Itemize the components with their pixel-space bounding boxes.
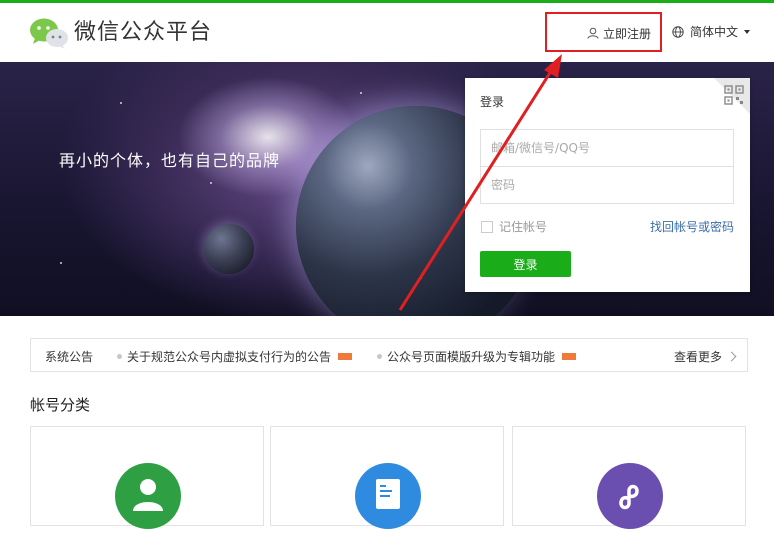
banner-slogan: 再小的个体，也有自己的品牌: [59, 151, 281, 170]
remember-checkbox[interactable]: [481, 220, 493, 233]
bullet-icon: [117, 354, 122, 359]
password-input[interactable]: [480, 166, 734, 204]
remember-account[interactable]: 记住帐号: [481, 218, 547, 235]
wechat-logo-icon[interactable]: [29, 17, 69, 49]
notice-label: 系统公告: [45, 350, 94, 364]
new-badge-icon: [338, 353, 353, 360]
account-types-title: 帐号分类: [30, 396, 91, 414]
notice-item-text: 关于规范公众号内虚拟支付行为的公告: [127, 350, 332, 364]
username-input[interactable]: [480, 129, 734, 167]
account-type-card-subscription[interactable]: [270, 426, 504, 529]
globe-icon: [672, 25, 684, 38]
mini-program-icon: [597, 463, 663, 529]
login-panel: 登录 记住帐号 找回帐号或密码 登录: [465, 78, 750, 292]
language-selector[interactable]: 简体中文: [672, 23, 751, 40]
view-more-link[interactable]: 查看更多: [673, 348, 737, 365]
register-label: 立即注册: [603, 26, 652, 41]
language-label: 简体中文: [690, 25, 739, 39]
header: 微信公众平台 立即注册 简体中文: [0, 3, 774, 62]
star: [210, 182, 212, 184]
notice-item[interactable]: 公众号页面模版升级为专辑功能: [377, 348, 577, 365]
chevron-right-icon: [726, 351, 737, 362]
notice-item[interactable]: 关于规范公众号内虚拟支付行为的公告: [117, 348, 353, 365]
register-highlight-box: 立即注册: [545, 12, 662, 52]
user-icon: [587, 27, 599, 39]
login-title: 登录: [480, 95, 505, 109]
star: [360, 92, 362, 94]
moon-graphic: [204, 224, 254, 274]
document-icon: [355, 463, 421, 529]
login-button[interactable]: 登录: [480, 251, 571, 277]
register-link[interactable]: 立即注册: [587, 24, 651, 42]
person-icon: [115, 463, 181, 529]
forgot-password-link[interactable]: 找回帐号或密码: [650, 218, 734, 235]
star: [120, 102, 122, 104]
qr-code-icon[interactable]: [724, 85, 744, 105]
account-type-card-mini-program[interactable]: [512, 426, 746, 529]
notice-item-text: 公众号页面模版升级为专辑功能: [387, 350, 556, 364]
star: [420, 277, 422, 279]
bullet-icon: [377, 354, 382, 359]
new-badge-icon: [562, 353, 577, 360]
remember-label: 记住帐号: [499, 220, 548, 234]
star: [60, 262, 62, 264]
account-type-card-service[interactable]: [30, 426, 264, 529]
chevron-down-icon: [744, 29, 751, 34]
system-notice-bar: 系统公告 关于规范公众号内虚拟支付行为的公告 公众号页面模版升级为专辑功能 查看…: [30, 338, 748, 372]
view-more-label: 查看更多: [673, 350, 722, 364]
brand-title[interactable]: 微信公众平台: [74, 18, 212, 48]
